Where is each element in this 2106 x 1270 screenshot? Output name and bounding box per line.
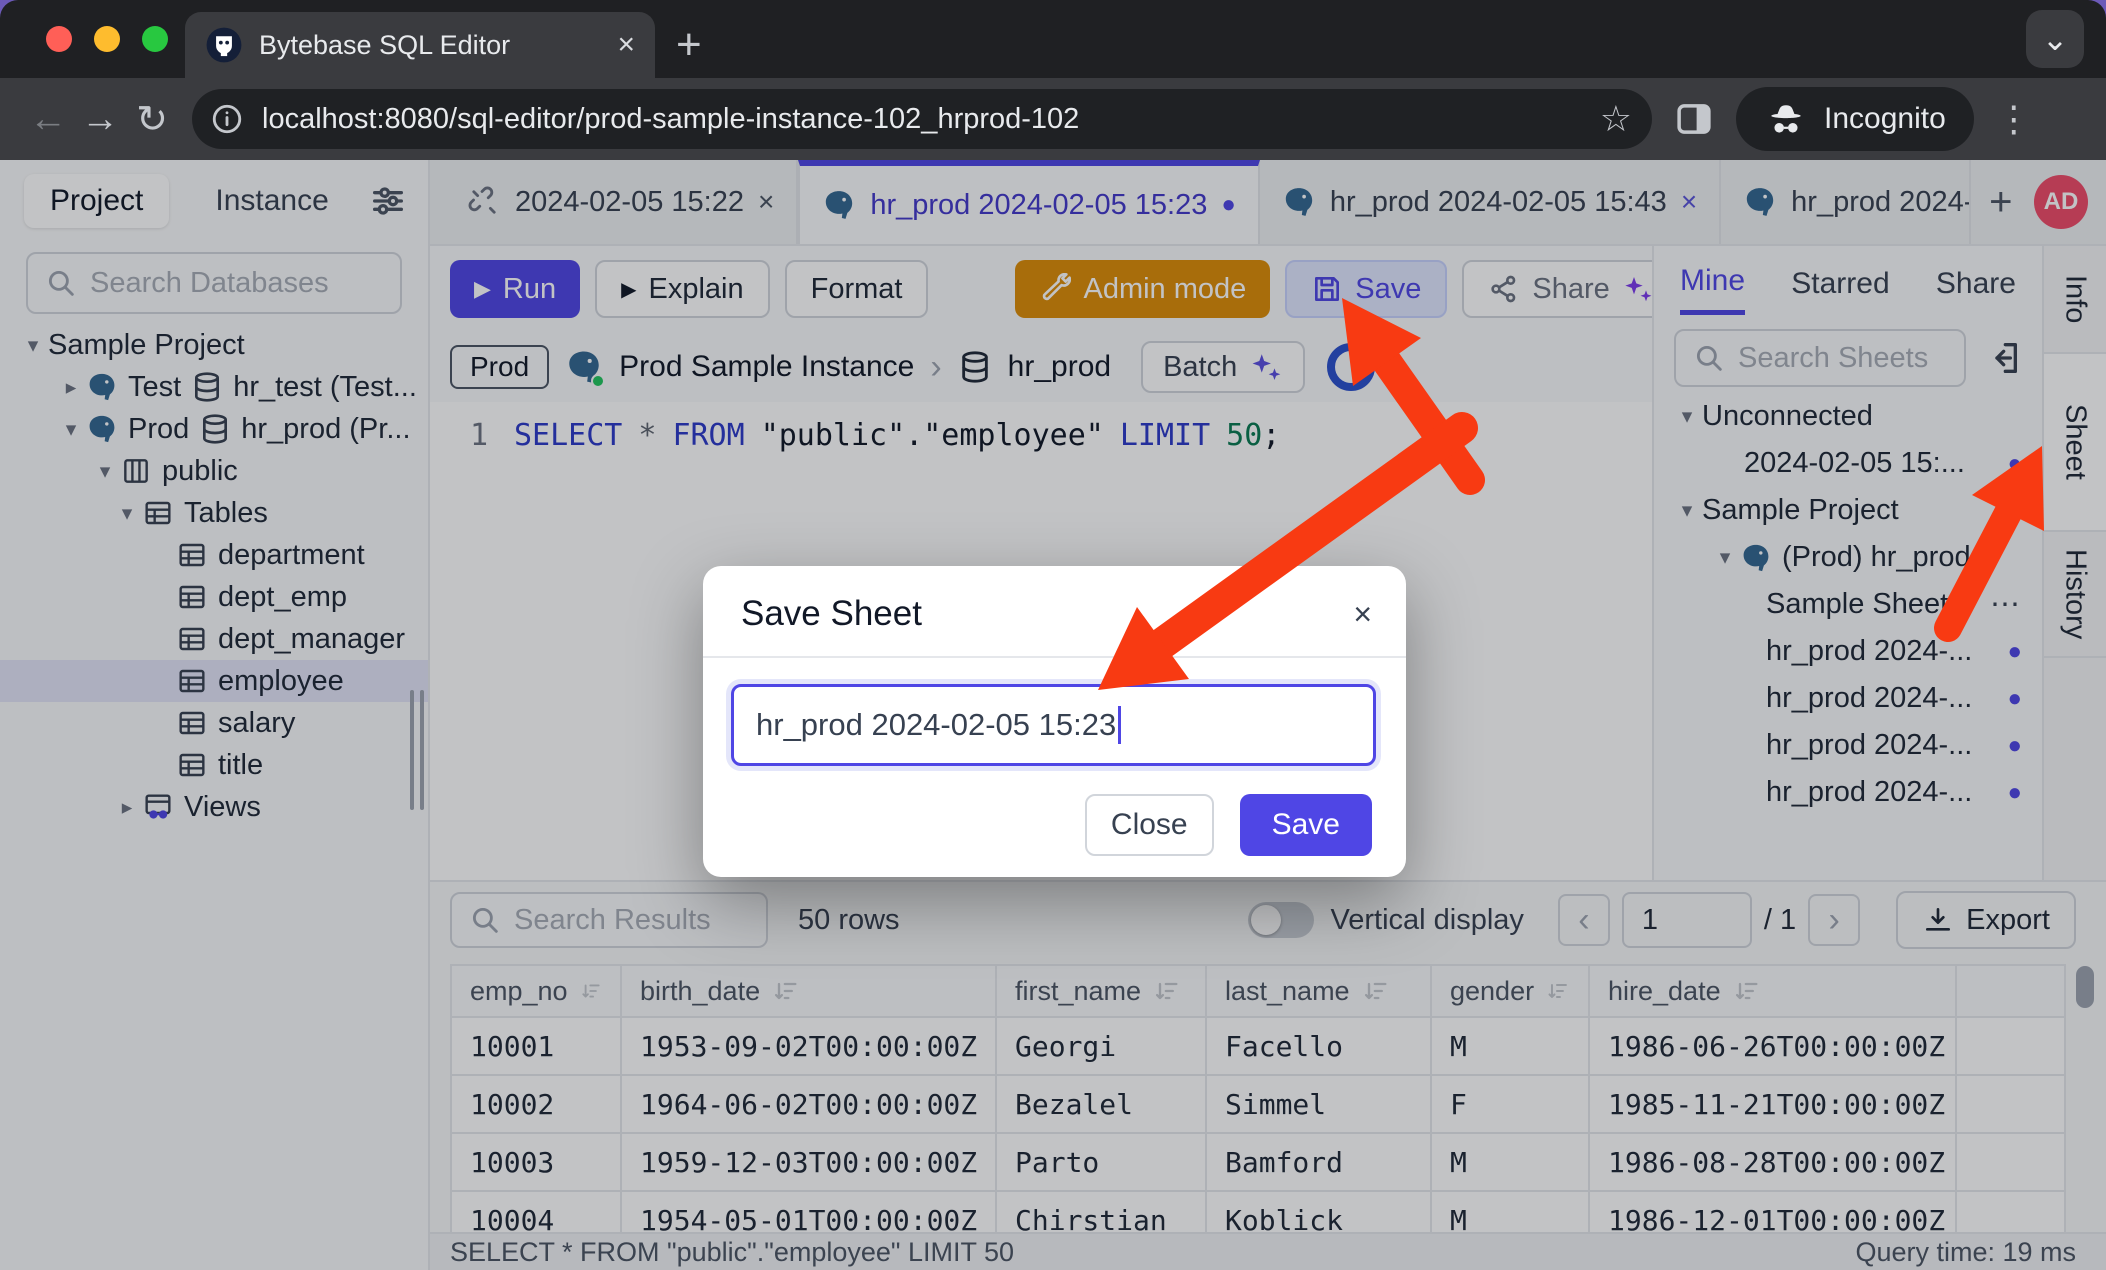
url-bar[interactable]: localhost:8080/sql-editor/prod-sample-in…: [192, 89, 1652, 149]
incognito-spy-icon: [1764, 97, 1808, 141]
dialog-header: Save Sheet ×: [703, 566, 1406, 656]
url-text: localhost:8080/sql-editor/prod-sample-in…: [262, 103, 1600, 136]
dialog-body: hr_prod 2024-02-05 15:23: [703, 658, 1406, 766]
incognito-badge: Incognito: [1736, 87, 1974, 151]
window-controls: [46, 26, 168, 52]
browser-chrome: Bytebase SQL Editor × + ⌄ ← → ↻ localhos…: [0, 0, 2106, 160]
bytebase-favicon-icon: [205, 26, 243, 64]
window-minimize-button[interactable]: [94, 26, 120, 52]
tab-search-button[interactable]: ⌄: [2026, 10, 2084, 68]
site-info-icon[interactable]: [206, 98, 248, 140]
browser-toolbar: ← → ↻ localhost:8080/sql-editor/prod-sam…: [0, 78, 2106, 160]
new-tab-button[interactable]: +: [676, 18, 702, 72]
dialog-title: Save Sheet: [741, 594, 922, 634]
sheet-name-input[interactable]: hr_prod 2024-02-05 15:23: [731, 684, 1376, 766]
dialog-close-icon[interactable]: ×: [1353, 596, 1372, 633]
browser-titlebar: Bytebase SQL Editor × + ⌄: [0, 0, 2106, 78]
side-panel-icon[interactable]: [1666, 91, 1722, 147]
back-button[interactable]: ←: [22, 93, 74, 145]
bookmark-star-icon[interactable]: ☆: [1600, 98, 1632, 140]
window-close-button[interactable]: [46, 26, 72, 52]
text-cursor: [1118, 706, 1121, 744]
reload-button[interactable]: ↻: [126, 93, 178, 145]
browser-tab[interactable]: Bytebase SQL Editor ×: [185, 12, 655, 78]
incognito-label: Incognito: [1824, 102, 1946, 136]
forward-button[interactable]: →: [74, 93, 126, 145]
dialog-footer: Close Save: [703, 766, 1406, 856]
screenshot-root: Bytebase SQL Editor × + ⌄ ← → ↻ localhos…: [0, 0, 2106, 1270]
save-sheet-dialog: Save Sheet × hr_prod 2024-02-05 15:23 Cl…: [703, 566, 1406, 877]
browser-tab-close-icon[interactable]: ×: [617, 28, 635, 62]
close-button[interactable]: Close: [1085, 794, 1214, 856]
dialog-save-button[interactable]: Save: [1240, 794, 1372, 856]
browser-menu-icon[interactable]: ⋮: [1996, 98, 2032, 140]
window-zoom-button[interactable]: [142, 26, 168, 52]
browser-tab-title: Bytebase SQL Editor: [259, 30, 601, 61]
